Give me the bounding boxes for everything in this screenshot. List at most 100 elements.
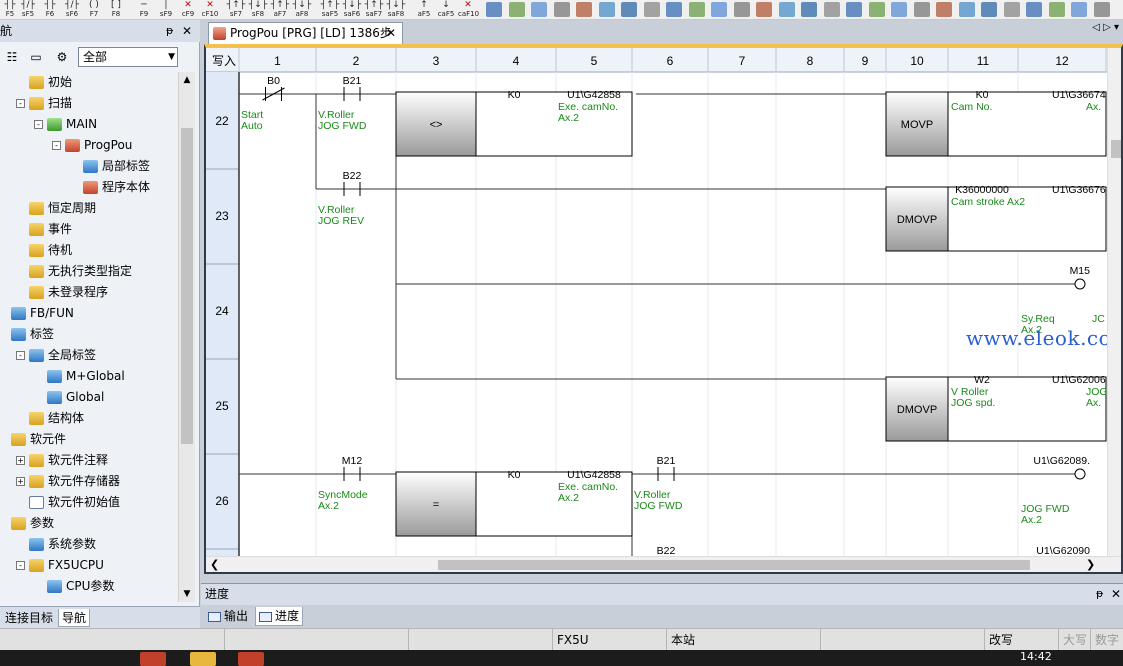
toolbar-key-aF8[interactable]: ┤↓├ aF8 xyxy=(292,0,312,20)
scroll-right-icon[interactable]: ❯ xyxy=(1086,557,1095,572)
toolbar-key-F8[interactable]: [ ] F8 xyxy=(106,0,126,20)
toolbar-key-saF8[interactable]: ┤↓├ saF8 xyxy=(386,0,406,20)
ladder-editor[interactable]: 写入 1 2 3 4 5 6 7 8 9 10 11 12 22 23 24 25 26 B0 Start Auto B2… xyxy=(204,44,1123,574)
nav-scrollbar[interactable]: ▲ ▼ xyxy=(178,72,195,602)
tree-item[interactable]: 无执行类型指定 xyxy=(29,261,132,282)
tree-item[interactable]: - MAIN xyxy=(34,114,97,135)
collapse-icon[interactable]: - xyxy=(52,141,61,150)
toolbar-tool-icon[interactable] xyxy=(958,2,975,17)
coil[interactable] xyxy=(1074,278,1086,290)
tree-item[interactable]: 系统参数 xyxy=(29,534,96,555)
toolbar-tool-icon[interactable] xyxy=(801,2,817,17)
tree-item[interactable]: 事件 xyxy=(29,219,72,240)
tree-item[interactable]: 待机 xyxy=(29,240,72,261)
toolbar-tool-icon[interactable] xyxy=(981,2,997,17)
tree-item[interactable]: 标签 xyxy=(11,324,54,345)
scroll-thumb[interactable] xyxy=(1111,140,1121,158)
nav-tab[interactable]: 导航 xyxy=(58,609,91,627)
tree-item[interactable]: 程序本体 xyxy=(83,177,150,198)
tree-item[interactable]: Global xyxy=(47,387,104,408)
close-icon[interactable]: ✕ xyxy=(182,20,192,42)
toolbar-tool-icon[interactable] xyxy=(576,2,592,17)
tree-item[interactable]: 恒定周期 xyxy=(29,198,96,219)
toolbar-tool-icon[interactable] xyxy=(823,2,840,17)
toolbar-key-cF9[interactable]: ✕ cF9 xyxy=(178,0,198,20)
toolbar-tool-icon[interactable] xyxy=(508,2,525,17)
expand-icon[interactable]: + xyxy=(16,477,25,486)
tree-item[interactable]: - 扫描 xyxy=(16,93,72,114)
tree-item[interactable]: 未登录程序 xyxy=(29,282,108,303)
tree-item[interactable]: 软元件 xyxy=(11,429,66,450)
scroll-thumb[interactable] xyxy=(181,128,193,444)
ladder-horizontal-scrollbar[interactable]: ❮ ❯ xyxy=(206,556,1121,572)
toolbar-key-saF7[interactable]: ┤↑├ saF7 xyxy=(364,0,384,20)
toolbar-tool-icon[interactable] xyxy=(486,2,502,17)
tree-item[interactable]: 初始 xyxy=(29,72,72,93)
tree-item[interactable]: - FX5UCPU xyxy=(16,555,104,576)
toolbar-tool-icon[interactable] xyxy=(756,2,772,17)
tab-nav-arrows[interactable]: ◁ ▷ ▾ xyxy=(1092,22,1119,33)
tree-item[interactable]: 结构体 xyxy=(29,408,84,429)
nav-tab[interactable]: 连接目标 xyxy=(2,609,56,627)
tree-item[interactable]: - 全局标签 xyxy=(16,345,96,366)
collapse-icon[interactable]: - xyxy=(16,99,25,108)
toolbar-tool-icon[interactable] xyxy=(1048,2,1065,17)
toolbar-tool-icon[interactable] xyxy=(1071,2,1087,17)
collapse-icon[interactable]: - xyxy=(34,120,43,129)
toolbar-key-sF6[interactable]: ┤/├ sF6 xyxy=(62,0,82,20)
scroll-left-icon[interactable]: ❮ xyxy=(210,557,219,572)
nc-contact[interactable] xyxy=(262,87,285,101)
toolbar-key-cF10[interactable]: ✕ cF10 xyxy=(200,0,220,20)
ladder-canvas[interactable]: 写入 1 2 3 4 5 6 7 8 9 10 11 122223242526B0StartAutoB2… xyxy=(206,48,1107,556)
app-task-icon[interactable] xyxy=(140,652,166,666)
toolbar-tool-icon[interactable] xyxy=(711,2,727,17)
toolbar-tool-icon[interactable] xyxy=(913,2,930,17)
tree-item[interactable]: 局部标签 xyxy=(83,156,150,177)
tree-item[interactable]: + 软元件注释 xyxy=(16,450,108,471)
collapse-icon[interactable]: - xyxy=(16,351,25,360)
close-icon[interactable]: ✕ xyxy=(1111,584,1121,604)
toolbar-tool-icon[interactable] xyxy=(1003,2,1020,17)
output-tab[interactable]: 输出 xyxy=(205,607,251,626)
list-view-icon[interactable]: ☷ xyxy=(2,47,22,67)
tree-item[interactable]: 参数 xyxy=(11,513,54,534)
column-icon[interactable]: ▭ xyxy=(26,47,46,67)
toolbar-key-sF8[interactable]: ┤↓├ sF8 xyxy=(248,0,268,20)
toolbar-tool-icon[interactable] xyxy=(1093,2,1110,17)
tree-item[interactable]: - ProgPou xyxy=(52,135,132,156)
scroll-thumb[interactable] xyxy=(438,560,1030,570)
ladder-vertical-scrollbar[interactable] xyxy=(1107,48,1121,556)
toolbar-key-caF10[interactable]: ✕ caF10 xyxy=(458,0,479,20)
toolbar-tool-icon[interactable] xyxy=(891,2,907,17)
tree-item[interactable]: + 软元件存储器 xyxy=(16,471,120,492)
gear-icon[interactable]: ⚙ xyxy=(52,47,72,67)
toolbar-key-F5[interactable]: ┤├ F5 xyxy=(0,0,20,20)
toolbar-tool-icon[interactable] xyxy=(621,2,637,17)
tab-close-icon[interactable]: ✕ xyxy=(386,23,396,43)
tree-item[interactable]: FB/FUN xyxy=(11,303,74,324)
toolbar-tool-icon[interactable] xyxy=(643,2,660,17)
pin-icon[interactable]: ᵽ xyxy=(1096,584,1103,604)
toolbar-key-caF5[interactable]: ↓ caF5 xyxy=(436,0,456,20)
toolbar-tool-icon[interactable] xyxy=(778,2,795,17)
collapse-icon[interactable]: - xyxy=(16,561,25,570)
expand-icon[interactable]: + xyxy=(16,456,25,465)
output-tab[interactable]: 进度 xyxy=(255,607,304,626)
folder-task-icon[interactable] xyxy=(190,652,216,666)
toolbar-tool-icon[interactable] xyxy=(868,2,885,17)
toolbar-tool-icon[interactable] xyxy=(553,2,570,17)
toolbar-tool-icon[interactable] xyxy=(936,2,952,17)
tree-item[interactable]: M+Global xyxy=(47,366,125,387)
app-task-icon[interactable] xyxy=(238,652,264,666)
toolbar-key-F7[interactable]: ( ) F7 xyxy=(84,0,104,20)
tab-progpou[interactable]: ProgPou [PRG] [LD] 1386步 ✕ xyxy=(208,22,403,44)
coil[interactable] xyxy=(1074,468,1086,480)
nav-filter-select[interactable]: 全部 ▼ xyxy=(78,47,178,67)
toolbar-key-sF7[interactable]: ┤↑├ sF7 xyxy=(226,0,246,20)
toolbar-tool-icon[interactable] xyxy=(688,2,705,17)
scroll-down-icon[interactable]: ▼ xyxy=(179,586,195,602)
toolbar-key-F9[interactable]: ─ F9 xyxy=(134,0,154,20)
toolbar-key-aF7[interactable]: ┤↑├ aF7 xyxy=(270,0,290,20)
toolbar-key-F6[interactable]: ┤├ F6 xyxy=(40,0,60,20)
toolbar-tool-icon[interactable] xyxy=(733,2,750,17)
